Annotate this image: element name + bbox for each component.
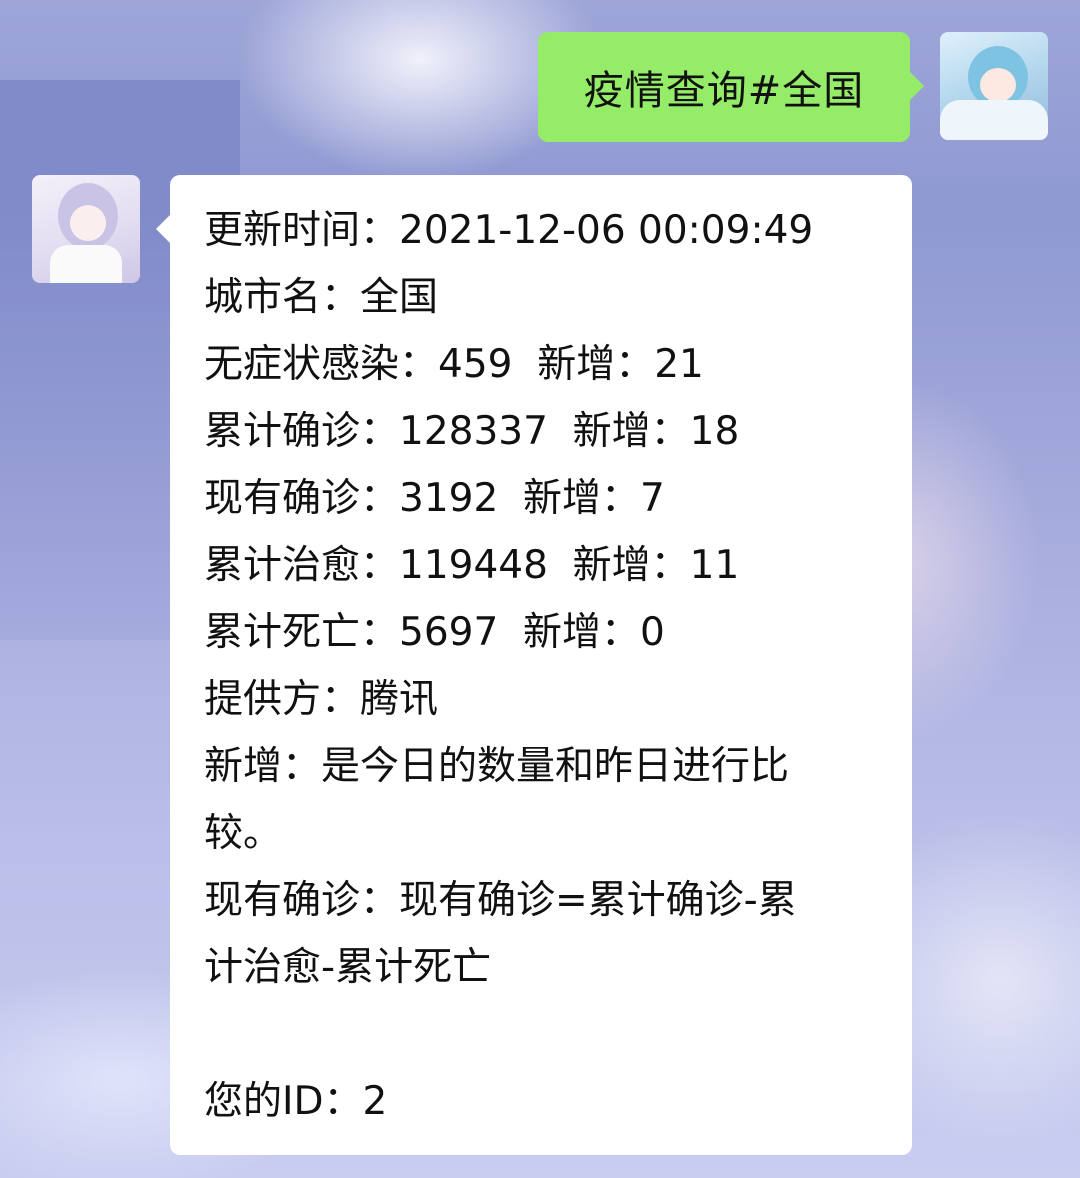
update-time-line: 更新时间：2021-12-06 00:09:49 <box>204 208 814 253</box>
total-confirmed-line: 累计确诊：128337 新增：18 <box>204 409 740 454</box>
avatar-face <box>70 205 106 241</box>
outgoing-message-text: 疫情查询#全国 <box>583 68 865 114</box>
user-id-line: 您的ID：2 <box>204 1079 388 1124</box>
provider-line: 提供方：腾讯 <box>204 677 439 722</box>
incoming-message-text: 更新时间：2021-12-06 00:09:49 城市名：全国 无症状感染：45… <box>204 197 884 1135</box>
note-current-line-2: 计治愈-累计死亡 <box>204 945 492 990</box>
note-new-line-2: 较。 <box>204 811 283 856</box>
outgoing-message-bubble[interactable]: 疫情查询#全国 <box>538 32 924 142</box>
note-current-line-1: 现有确诊：现有确诊=累计确诊-累 <box>204 878 797 923</box>
total-deaths-line: 累计死亡：5697 新增：0 <box>204 610 665 655</box>
total-cured-line: 累计治愈：119448 新增：11 <box>204 543 740 588</box>
avatar-body <box>50 245 122 283</box>
avatar-pillow <box>940 100 1048 140</box>
asymptomatic-line: 无症状感染：459 新增：21 <box>204 342 704 387</box>
incoming-message-bubble[interactable]: 更新时间：2021-12-06 00:09:49 城市名：全国 无症状感染：45… <box>156 175 912 1155</box>
note-new-line-1: 新增：是今日的数量和昨日进行比 <box>204 744 790 789</box>
current-confirmed-line: 现有确诊：3192 新增：7 <box>204 476 665 521</box>
bot-avatar[interactable] <box>32 175 140 283</box>
avatar-face <box>980 68 1016 102</box>
my-avatar[interactable] <box>940 32 1048 140</box>
city-line: 城市名：全国 <box>204 275 439 320</box>
